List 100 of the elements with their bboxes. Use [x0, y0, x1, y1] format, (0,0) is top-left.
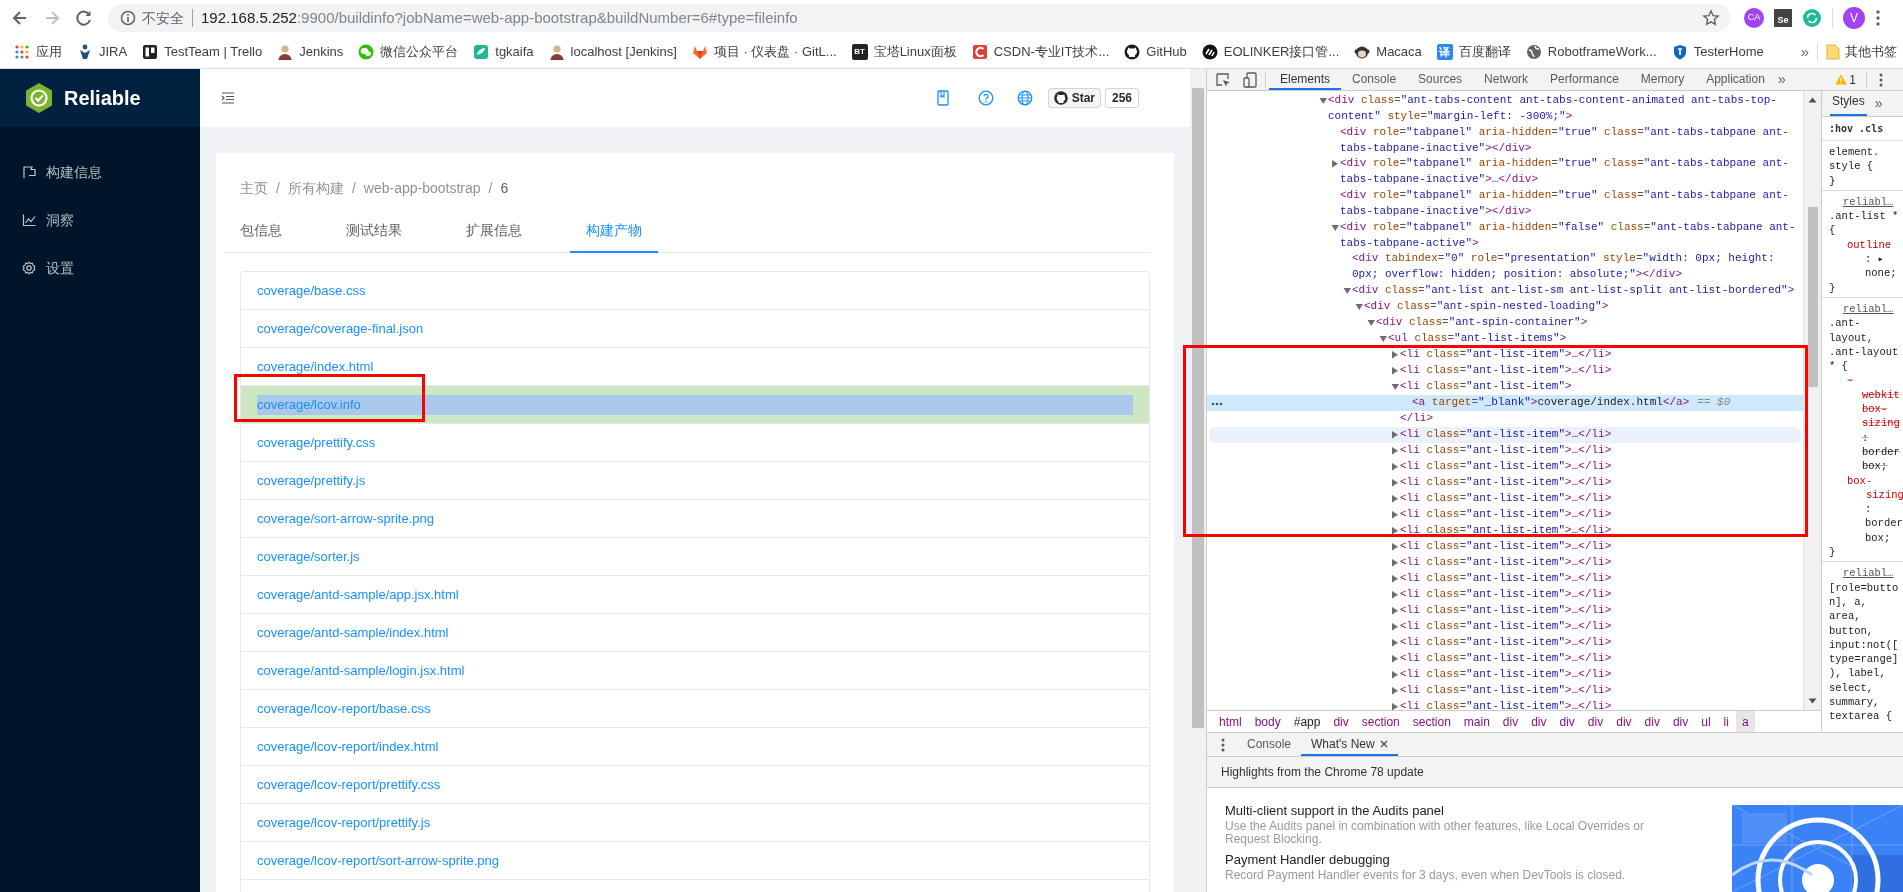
- scrollbar-thumb[interactable]: [1807, 207, 1818, 387]
- bookmark-link[interactable]: Macaca: [1376, 42, 1422, 62]
- dom-path-crumb[interactable]: div: [1610, 711, 1638, 732]
- dom-path-crumb[interactable]: div: [1666, 711, 1695, 732]
- book-icon[interactable]: [935, 90, 950, 106]
- menu-fold-icon[interactable]: [221, 92, 235, 104]
- dom-node-text[interactable]: <div tabindex="0" role="presentation" style="width: 0px; height: 0px; overflow: hidden; position: absolute;"></div>: [1352, 251, 1803, 284]
- more-icon[interactable]: [1875, 9, 1881, 27]
- devtools-tab[interactable]: Performance: [1539, 69, 1630, 90]
- dom-node-text[interactable]: <li class="ant-list-item">…</li>: [1400, 682, 1612, 699]
- profile-avatar[interactable]: V: [1843, 7, 1865, 29]
- dom-node-text[interactable]: <li class="ant-list-item">…</li>: [1400, 618, 1612, 635]
- dom-path-crumb[interactable]: ul: [1695, 711, 1717, 732]
- dom-node-text[interactable]: <li class="ant-list-item">…</li>: [1400, 347, 1612, 363]
- dom-path-crumb[interactable]: a: [1735, 711, 1755, 732]
- menu-item[interactable]: 洞察: [46, 209, 74, 231]
- bookmark-link[interactable]: tgkaifa: [495, 42, 534, 62]
- dom-node-text[interactable]: <li class="ant-list-item">…</li>: [1400, 650, 1612, 667]
- dom-node-text[interactable]: <li class="ant-list-item">…</li>: [1400, 474, 1612, 491]
- dom-path-crumb[interactable]: div: [1496, 711, 1525, 732]
- dom-path-crumb[interactable]: section: [1406, 711, 1457, 732]
- scroll-up-icon[interactable]: [1808, 97, 1817, 103]
- dom-node-text[interactable]: <li class="ant-list-item">…</li>: [1400, 666, 1612, 683]
- dom-node-text[interactable]: <div class="ant-list ant-list-sm ant-list-split ant-list-bordered">: [1352, 283, 1795, 299]
- dom-node-text[interactable]: <li class="ant-list-item">…</li>: [1400, 442, 1612, 459]
- styles-tab[interactable]: Styles: [1830, 92, 1867, 116]
- dom-node-text[interactable]: <div class="ant-tabs-content ant-tabs-content-animated ant-tabs-top-content" style="margin-left: -300%;">: [1328, 93, 1803, 125]
- dom-path-crumb[interactable]: section: [1355, 711, 1406, 732]
- bookmark-link[interactable]: 项目 · 仪表盘 · GitL...: [713, 42, 837, 62]
- dom-path-crumb[interactable]: div: [1581, 711, 1610, 732]
- dom-path-crumb[interactable]: div: [1553, 711, 1581, 732]
- close-icon[interactable]: [1379, 739, 1388, 748]
- address-bar[interactable]: 不安全 192.168.5.252:9900/buildinfo?jobName=web-app-bootstrap&buildNumber=6#type=fileinfo: [108, 4, 1730, 32]
- bookmark-link[interactable]: TestTeam | Trello: [164, 42, 263, 62]
- more-icon[interactable]: [1211, 402, 1223, 407]
- more-icon[interactable]: [1221, 737, 1225, 752]
- stylesheet-link[interactable]: reliabl…: [1843, 567, 1894, 580]
- github-star-button[interactable]: Star: [1047, 88, 1101, 108]
- dom-node-text[interactable]: <li class="ant-list-item">…</li>: [1400, 522, 1612, 539]
- devtools-tab[interactable]: Application: [1695, 69, 1776, 90]
- filter-toggle[interactable]: .cls: [1859, 121, 1884, 136]
- dom-node-text[interactable]: <div role="tabpanel" aria-hidden="true" class="ant-tabs-tabpane ant-tabs-tabpane-inactive"></div>: [1340, 188, 1803, 220]
- dom-node-text[interactable]: </li>: [1400, 410, 1433, 427]
- dom-path-crumb[interactable]: li: [1717, 711, 1735, 732]
- dom-node-text[interactable]: <div role="tabpanel" aria-hidden="true" class="ant-tabs-tabpane ant-tabs-tabpane-inactive">…</div>: [1340, 156, 1803, 189]
- tab[interactable]: 测试结果: [330, 209, 418, 253]
- devtools-tab[interactable]: Network: [1473, 69, 1540, 90]
- dom-node-text[interactable]: <div role="tabpanel" aria-hidden="false" class="ant-tabs-tabpane ant-tabs-tabpane-active">: [1340, 219, 1803, 252]
- bookmark-link[interactable]: TesterHome: [1693, 42, 1764, 62]
- stylesheet-link[interactable]: reliabl…: [1843, 195, 1894, 208]
- dom-node-text[interactable]: <li class="ant-list-item">…</li>: [1400, 363, 1612, 379]
- warning-count[interactable]: 1: [1849, 70, 1856, 89]
- dom-path-crumb[interactable]: body: [1248, 711, 1287, 732]
- dom-node-text[interactable]: <li class="ant-list-item">: [1400, 379, 1572, 395]
- bookmark-link[interactable]: 百度翻译: [1458, 42, 1511, 62]
- reload-icon[interactable]: [74, 8, 94, 28]
- dom-node-text[interactable]: <li class="ant-list-item">…</li>: [1400, 554, 1612, 571]
- bookmarks-overflow[interactable]: »: [1800, 40, 1809, 64]
- menu-item[interactable]: 设置: [46, 257, 74, 279]
- dom-path-crumb[interactable]: div: [1638, 711, 1666, 732]
- scroll-down-icon[interactable]: [1808, 698, 1817, 704]
- bookmark-link[interactable]: 应用: [36, 42, 62, 62]
- bookmark-link[interactable]: 宝塔Linux面板: [873, 42, 957, 62]
- dom-node-text[interactable]: <li class="ant-list-item">…</li>: [1400, 506, 1612, 523]
- bookmark-link[interactable]: localhost [Jenkins]: [570, 42, 677, 62]
- bookmark-link[interactable]: 其他书签: [1845, 42, 1897, 62]
- scrollbar-thumb[interactable]: [1192, 88, 1204, 728]
- bookmark-link[interactable]: Jenkins: [299, 42, 344, 62]
- drawer-tab[interactable]: Console: [1237, 733, 1302, 756]
- dom-node-text[interactable]: <li class="ant-list-item">…</li>: [1400, 538, 1612, 555]
- url-text[interactable]: 192.168.5.252:9900/buildinfo?jobName=web-app-bootstrap&buildNumber=6#type=fileinfo: [201, 6, 798, 30]
- devtools-tab[interactable]: Sources: [1407, 69, 1474, 90]
- tabs-overflow[interactable]: »: [1777, 69, 1786, 90]
- inspect-icon[interactable]: [1215, 71, 1231, 88]
- dom-node-text[interactable]: <li class="ant-list-item">…</li>: [1400, 458, 1612, 475]
- bookmark-link[interactable]: EOLINKER接口管...: [1223, 42, 1340, 62]
- dom-node-text[interactable]: <li class="ant-list-item">…</li>: [1400, 602, 1612, 619]
- dom-node-text[interactable]: <div class="ant-spin-container">: [1376, 315, 1588, 331]
- stylesheet-link[interactable]: reliabl…: [1843, 302, 1894, 315]
- dom-node-text[interactable]: <li class="ant-list-item">…</li>: [1400, 586, 1612, 603]
- dom-node-text[interactable]: <li class="ant-list-item">…</li>: [1400, 698, 1612, 710]
- devtools-tab[interactable]: Memory: [1629, 69, 1696, 90]
- dom-path-crumb[interactable]: html: [1213, 711, 1248, 732]
- dom-node-text[interactable]: <li class="ant-list-item">…</li>: [1400, 426, 1612, 443]
- dom-node-text[interactable]: <ul class="ant-list-items">: [1388, 331, 1567, 347]
- bookmark-link[interactable]: 微信公众平台: [380, 42, 459, 62]
- dom-path-crumb[interactable]: div: [1327, 711, 1355, 732]
- dom-node-text[interactable]: <div role="tabpanel" aria-hidden="true" class="ant-tabs-tabpane ant-tabs-tabpane-inactive"></div>: [1340, 124, 1803, 157]
- menu-item[interactable]: 构建信息: [46, 161, 102, 183]
- tab[interactable]: 扩展信息: [450, 209, 538, 253]
- dom-node-text[interactable]: <li class="ant-list-item">…</li>: [1400, 570, 1612, 587]
- extension-badge[interactable]: Se: [1774, 9, 1792, 27]
- bookmark-link[interactable]: CSDN-专业IT技术...: [993, 42, 1110, 62]
- dom-node-text[interactable]: <div class="ant-spin-nested-loading">: [1364, 299, 1609, 315]
- tabs-overflow[interactable]: »: [1874, 95, 1883, 116]
- globe-icon[interactable]: [1016, 90, 1033, 106]
- more-icon[interactable]: [1879, 72, 1883, 87]
- bookmark-link[interactable]: GitHub: [1146, 42, 1187, 62]
- bookmark-link[interactable]: RobotframeWork...: [1547, 42, 1657, 62]
- star-icon[interactable]: [1702, 9, 1720, 27]
